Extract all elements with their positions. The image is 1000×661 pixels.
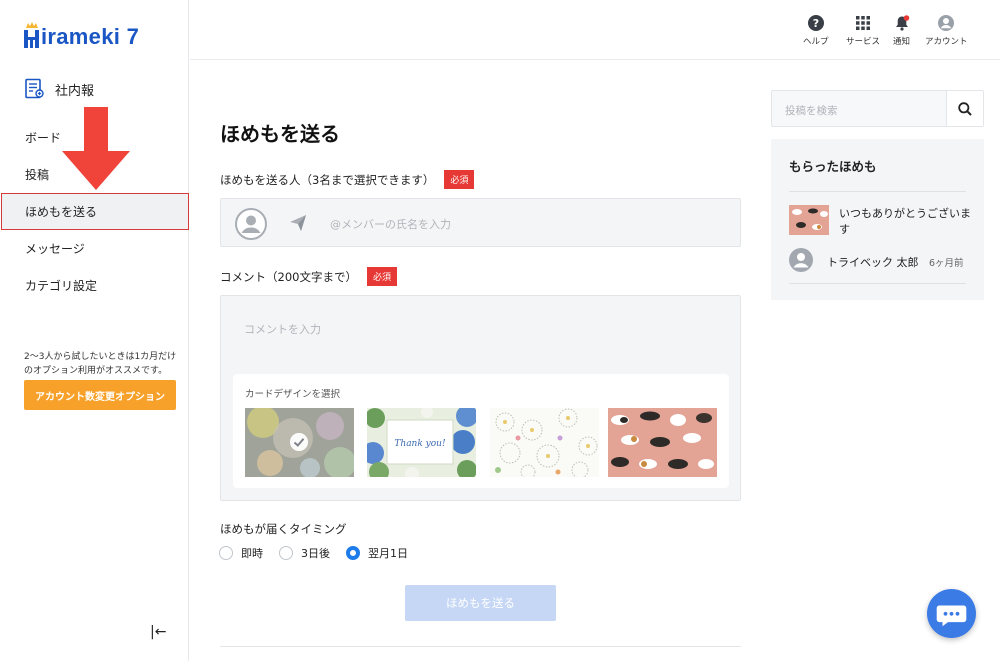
bell-icon (895, 15, 909, 31)
received-message[interactable]: いつもありがとうございます (839, 206, 974, 238)
submit-button[interactable]: ほめもを送る (405, 585, 556, 621)
collapse-sidebar-icon[interactable]: |← (150, 624, 166, 640)
notifications-label: 通知 (893, 37, 911, 47)
promo-text: 2〜3人から試したいときは1カ月だけのオプション利用がオススメです。 (24, 352, 177, 376)
sidebar-item-label: ほめもを送る (25, 205, 98, 219)
hirameki-logo[interactable]: irameki 7 (24, 22, 140, 49)
sidebar-item-label: カテゴリ設定 (25, 279, 98, 293)
search-icon (958, 101, 972, 116)
received-title: もらったほめも (789, 159, 877, 174)
sidebar: irameki 7 社内報 ボード 投稿 ほめもを送る メッセージ カテゴリ設定… (0, 0, 189, 661)
timing-radio-group: 即時 3日後 翌月1日 (219, 545, 424, 561)
card-design-bubbles[interactable] (245, 408, 354, 477)
sender-name: トライベック 太郎 (827, 256, 919, 269)
search-button[interactable] (946, 91, 983, 126)
services-button[interactable]: サービス (846, 15, 880, 47)
white-flowers-card-image (490, 408, 599, 477)
sidebar-item-label: ボード (25, 131, 62, 145)
svg-text:?: ? (813, 17, 819, 30)
avatar-placeholder-icon (235, 208, 267, 240)
notifications-button[interactable]: 通知 (893, 15, 910, 47)
radio-label: 3日後 (301, 547, 330, 560)
sidebar-item-send-homemo[interactable]: ほめもを送る (1, 193, 189, 230)
thank-you-card-image: Thank you! (367, 408, 476, 477)
cats-thumbnail-image (789, 205, 829, 235)
page-title: ほめもを送る (220, 122, 340, 146)
logo-text: irameki 7 (41, 24, 140, 49)
recipient-label-text: ほめもを送る人（3名まで選択できます） (220, 172, 435, 187)
received-homemo-panel: もらったほめも いつもありがとうございます トライベック 太郎 6ヶ月前 (771, 139, 984, 300)
card-design-cats[interactable] (608, 408, 717, 477)
card-design-white-flowers[interactable] (490, 408, 599, 477)
search-input[interactable]: 投稿を検索 (785, 103, 838, 118)
timing-next-month-radio[interactable]: 翌月1日 (346, 545, 408, 561)
required-badge: 必須 (444, 170, 475, 189)
recipient-label: ほめもを送る人（3名まで選択できます） 必須 (220, 170, 475, 189)
sidebar-item-label: 投稿 (25, 168, 50, 182)
comment-placeholder: コメントを入力 (244, 323, 321, 336)
account-label: アカウント (925, 37, 968, 47)
section-title-label: 社内報 (55, 83, 95, 99)
radio-dot[interactable] (279, 546, 293, 560)
timing-immediate-radio[interactable]: 即時 (219, 545, 263, 561)
received-card-thumbnail[interactable] (789, 205, 829, 235)
radio-dot-selected[interactable] (346, 546, 360, 560)
sidebar-item-label: メッセージ (25, 242, 85, 256)
comment-textarea[interactable]: コメントを入力 カードデザインを選択 Thank you! (220, 295, 741, 501)
help-button[interactable]: ? ヘルプ (803, 15, 829, 47)
comment-label: コメント（200文字まで） 必須 (220, 267, 397, 286)
sidebar-item-category-settings[interactable]: カテゴリ設定 (0, 267, 189, 304)
newsletter-icon (25, 78, 44, 99)
cats-card-image (608, 408, 717, 477)
selected-check-icon (290, 433, 308, 451)
top-header: ? ヘルプ サービス 通知 アカウント (190, 0, 1000, 60)
timing-label: ほめもが届くタイミング (220, 522, 347, 536)
annotation-arrow-icon (62, 107, 130, 190)
card-design-label: カードデザインを選択 (245, 389, 341, 400)
services-label: サービス (846, 37, 881, 47)
received-time: 6ヶ月前 (929, 258, 964, 269)
recipient-placeholder: @メンバーの氏名を入力 (330, 218, 451, 231)
chat-bubble-icon (936, 605, 967, 627)
timing-3days-radio[interactable]: 3日後 (279, 545, 330, 561)
recipient-input[interactable]: @メンバーの氏名を入力 (220, 198, 741, 247)
section-title[interactable]: 社内報 (24, 78, 94, 100)
help-icon: ? (807, 15, 824, 31)
account-button[interactable]: アカウント (925, 15, 968, 47)
card-design-panel: カードデザインを選択 Thank you! (233, 374, 729, 488)
logo-mark-icon (24, 22, 40, 48)
comment-label-text: コメント（200文字まで） (220, 269, 357, 284)
account-icon (938, 15, 955, 31)
divider (220, 646, 741, 647)
divider (789, 191, 966, 192)
thank-you-card-text: Thank you! (394, 439, 446, 449)
sender-avatar-icon (789, 248, 813, 272)
account-option-button[interactable]: アカウント数変更オプション (24, 380, 176, 410)
sidebar-item-messages[interactable]: メッセージ (0, 230, 189, 267)
radio-label: 即時 (241, 547, 263, 560)
post-search: 投稿を検索 (771, 90, 984, 127)
grid-icon (856, 16, 870, 30)
required-badge: 必須 (366, 267, 397, 286)
help-label: ヘルプ (803, 37, 829, 47)
divider (789, 283, 966, 284)
send-icon (290, 215, 306, 231)
chat-button[interactable] (927, 589, 976, 638)
card-design-thank-you[interactable]: Thank you! (367, 408, 476, 477)
radio-label: 翌月1日 (368, 547, 408, 560)
radio-dot[interactable] (219, 546, 233, 560)
